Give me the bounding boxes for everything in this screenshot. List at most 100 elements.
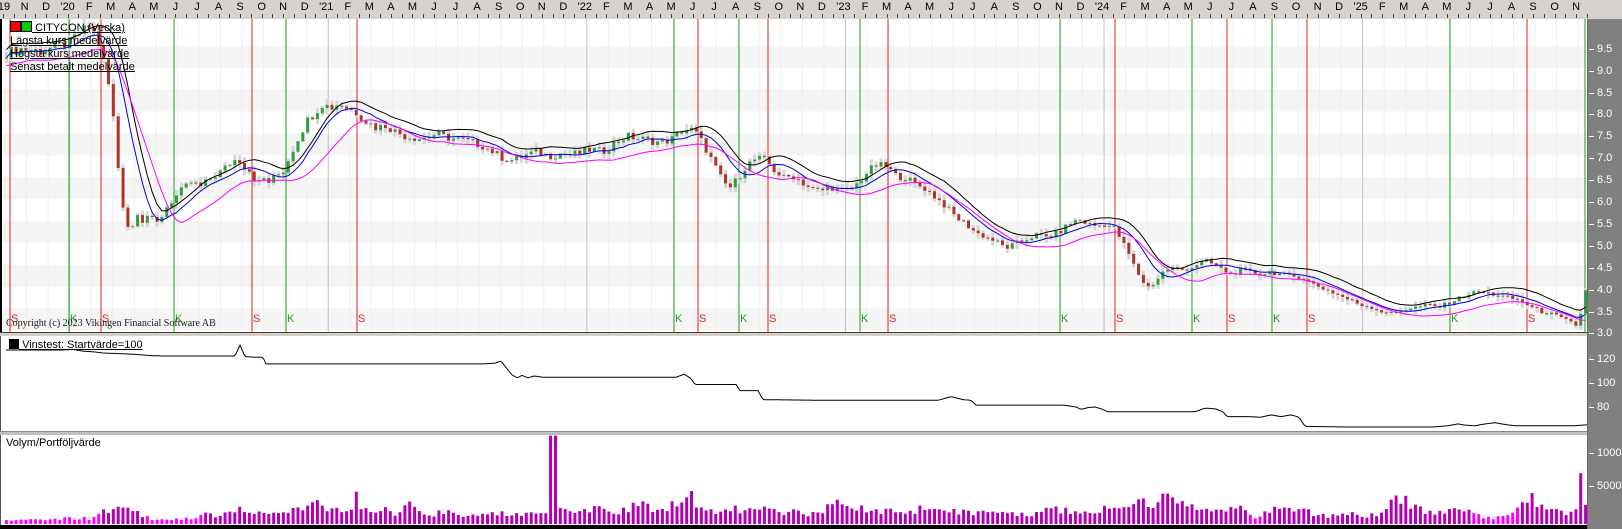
volume-bar — [1254, 518, 1257, 524]
price-chart-panel[interactable]: CITYCON (Vecka) Lägsta kurs medelvärde H… — [0, 19, 1589, 332]
candle — [1550, 313, 1553, 315]
volume-bar — [1433, 515, 1436, 525]
buy-signal-letter: K — [675, 313, 682, 325]
volume-bar — [374, 513, 377, 524]
volume-bar — [335, 508, 338, 524]
candle — [646, 137, 649, 138]
candle — [1545, 313, 1548, 314]
month-label: J — [711, 1, 717, 13]
candle — [175, 195, 178, 203]
candle — [384, 125, 387, 128]
axis-tick — [143, 14, 144, 18]
volume-bar — [554, 436, 557, 524]
volume-bar — [277, 513, 280, 524]
volume-bar — [1215, 510, 1218, 524]
time-axis[interactable]: '19ND'20FMAMJJASOND'21FMAMJJASOND'22FMAM… — [0, 0, 1622, 20]
sell-signal-letter: S — [769, 313, 776, 325]
month-label: A — [732, 1, 739, 13]
candle — [948, 207, 951, 208]
volume-bar — [846, 506, 849, 524]
month-label: N — [796, 1, 804, 13]
candle — [1409, 309, 1412, 310]
axis-tick — [1081, 14, 1082, 18]
volume-bar — [437, 510, 440, 524]
volume-bar — [1006, 513, 1009, 524]
candle — [1156, 279, 1159, 285]
axis-tick — [1134, 14, 1135, 18]
sell-signal-letter: S — [889, 313, 896, 325]
value-axis-band[interactable]: 9.59.08.58.07.57.06.56.05.55.04.54.03.53… — [1587, 19, 1622, 529]
volume-bar — [63, 517, 66, 524]
candle — [753, 160, 756, 162]
month-label: A — [215, 1, 222, 13]
volume-bar — [1482, 518, 1485, 524]
volume-bar — [413, 507, 416, 524]
volume-bar — [1351, 512, 1354, 524]
candle — [598, 147, 601, 148]
volume-bar — [1249, 515, 1252, 524]
candle — [724, 174, 727, 183]
candle — [292, 152, 295, 162]
axis-tick-dash — [1589, 312, 1594, 313]
candle — [1370, 307, 1373, 309]
axis-tick-dash — [1589, 333, 1594, 334]
buy-signal-letter: K — [861, 313, 868, 325]
volume-bar — [350, 510, 353, 524]
axis-tick — [1285, 14, 1286, 18]
volume-bar — [1502, 516, 1505, 524]
month-label: J — [453, 1, 459, 13]
axis-tick — [606, 14, 607, 18]
profit-test-panel[interactable]: Vinstest: Startvärde=100 — [0, 336, 1588, 431]
volume-bar — [1016, 516, 1019, 524]
candle — [214, 177, 217, 179]
volume-bar — [496, 515, 499, 524]
candle — [1390, 312, 1393, 313]
axis-value-label: 8.5 — [1597, 87, 1612, 99]
volume-bar — [423, 515, 426, 524]
volume-bar — [185, 518, 188, 524]
candle — [131, 226, 134, 227]
profit-line — [6, 345, 1588, 427]
month-label: S — [236, 1, 243, 13]
axis-tick — [746, 14, 747, 18]
volume-bar — [467, 516, 470, 524]
axis-tick — [994, 14, 995, 18]
axis-tick — [68, 14, 69, 18]
axis-tick — [790, 14, 791, 18]
month-label: A — [646, 1, 653, 13]
ma-line-close — [6, 35, 1585, 317]
volume-bar — [1545, 510, 1548, 525]
candle — [996, 240, 999, 241]
volume-bar — [428, 516, 431, 525]
axis-tick — [693, 14, 694, 18]
volume-bar — [607, 512, 610, 525]
month-label: S — [1271, 1, 1278, 13]
axis-tick — [359, 14, 360, 18]
volume-bar — [228, 512, 231, 524]
volume-bar — [1195, 510, 1198, 524]
axis-tick — [1318, 14, 1319, 18]
candle — [1385, 312, 1388, 313]
candle — [1336, 294, 1339, 295]
axis-tick — [650, 14, 651, 18]
month-label: A — [387, 1, 394, 13]
axis-tick — [671, 14, 672, 18]
candle — [967, 221, 970, 229]
candle — [491, 149, 494, 153]
candle — [330, 105, 333, 110]
volume-bar — [535, 514, 538, 525]
axis-tick — [1404, 14, 1405, 18]
axis-value-label: 5.0 — [1597, 240, 1612, 252]
axis-tick — [854, 14, 855, 18]
volume-bar — [122, 508, 125, 525]
volume-bar — [982, 511, 985, 524]
buy-signal-letter: K — [1586, 313, 1589, 325]
candle — [476, 139, 479, 147]
volume-bar — [1103, 506, 1106, 524]
month-label: O — [516, 1, 525, 13]
volume-bar — [486, 514, 489, 524]
axis-value-label: 5.5 — [1597, 218, 1612, 230]
volume-bar — [1511, 513, 1514, 524]
candle — [578, 151, 581, 154]
volume-panel[interactable]: Volym/Portföljvärde — [0, 435, 1588, 525]
